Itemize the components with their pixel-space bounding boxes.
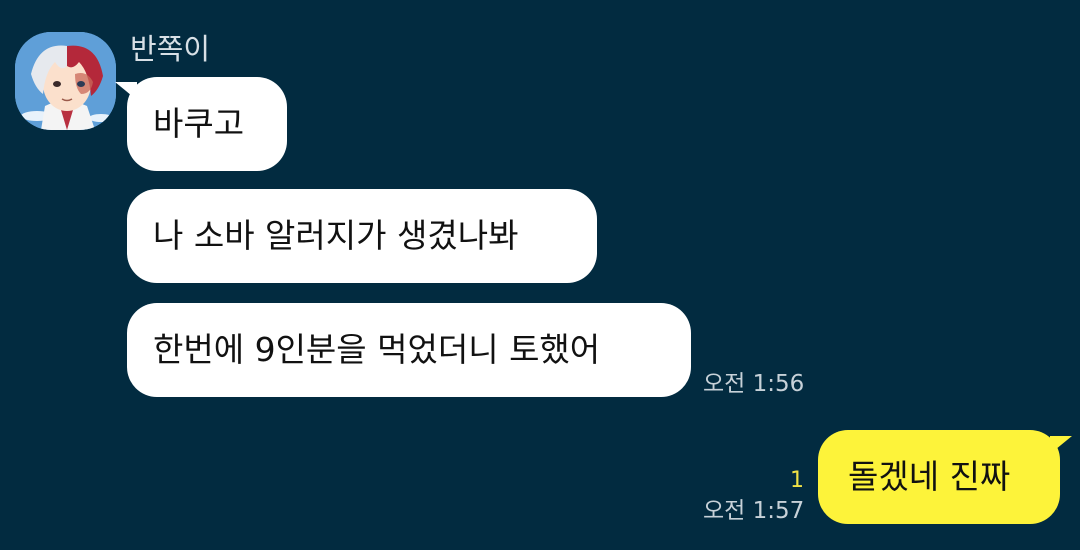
incoming-timestamp: 오전 1:56 <box>703 371 805 397</box>
outgoing-timestamp: 오전 1:57 <box>703 498 805 524</box>
avatar-image-icon <box>15 32 116 130</box>
sender-avatar[interactable] <box>15 32 116 130</box>
incoming-message-bubble[interactable]: 한번에 9인분을 먹었더니 토했어 <box>127 303 691 397</box>
incoming-message-bubble[interactable]: 나 소바 알러지가 생겼나봐 <box>127 189 597 283</box>
unread-count-badge: 1 <box>790 468 804 493</box>
outgoing-message-bubble[interactable]: 돌겠네 진짜 <box>818 430 1060 524</box>
incoming-message-bubble[interactable]: 바쿠고 <box>127 77 287 171</box>
message-text: 나 소바 알러지가 생겼나봐 <box>153 216 519 255</box>
message-text: 돌겠네 진짜 <box>848 457 1011 496</box>
message-text: 바쿠고 <box>153 104 245 143</box>
message-text: 한번에 9인분을 먹었더니 토했어 <box>153 330 601 369</box>
sender-name: 반쪽이 <box>130 32 211 66</box>
